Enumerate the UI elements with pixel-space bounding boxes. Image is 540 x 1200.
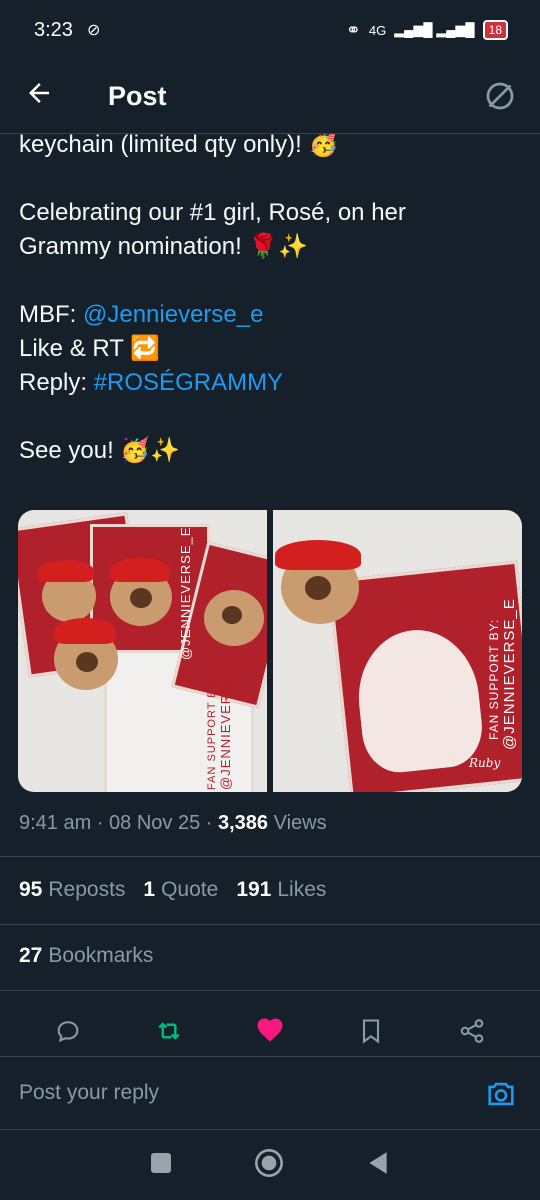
photo-1[interactable]: FAN SUPPORT BY: @JENNIEVERSE_E @JENNIEVE…	[18, 510, 267, 792]
reply-input[interactable]: Post your reply	[19, 1081, 159, 1105]
battery-indicator: 18	[482, 20, 508, 40]
tweet-meta: 9:41 am · 08 Nov 25 · 3,386 Views	[19, 812, 327, 834]
app-header: Post	[0, 60, 540, 134]
status-time: 3:23	[34, 18, 73, 41]
reposts-count: 95	[19, 878, 43, 901]
bookmarks-stat[interactable]: 27 Bookmarks	[19, 944, 153, 968]
tweet-time: 9:41 am	[19, 812, 92, 834]
no-entry-icon	[486, 82, 514, 110]
share-icon	[460, 1019, 483, 1043]
link-icon: ⊘	[86, 22, 101, 39]
quotes-label: Quote	[161, 878, 219, 901]
likes-count: 191	[236, 878, 272, 901]
like-button[interactable]	[254, 1015, 286, 1047]
card-handle: @JENNIEVERSE_E	[218, 656, 233, 790]
tweet-text: keychain (limited qty only)! 🥳 Celebrati…	[19, 128, 524, 468]
divider	[0, 856, 540, 857]
reply-bar: Post your reply	[0, 1056, 540, 1130]
divider	[0, 924, 540, 925]
bookmark-button[interactable]	[355, 1015, 387, 1047]
signal-icon: ▂▄▆█ ▂▄▆█	[394, 22, 475, 37]
repost-button[interactable]	[153, 1015, 185, 1047]
views-label: Views	[273, 812, 327, 834]
divider	[0, 990, 540, 991]
tweet-line: MBF: @Jennieverse_e	[19, 298, 524, 332]
comment-icon	[58, 1021, 79, 1043]
tweet-line: Reply: #ROSÉGRAMMY	[19, 366, 524, 400]
reposts-label: Reposts	[48, 878, 126, 901]
triangle-back-icon	[369, 1151, 387, 1174]
media-gallery[interactable]: FAN SUPPORT BY: @JENNIEVERSE_E @JENNIEVE…	[18, 510, 522, 792]
page-title: Post	[108, 81, 167, 111]
likes-label: Likes	[277, 878, 327, 901]
hotspot-icon: ⚭	[345, 19, 361, 40]
plush-nose	[76, 652, 98, 672]
card-signature: Ruby	[469, 756, 501, 770]
reply-label: Reply:	[19, 369, 94, 396]
hashtag-link[interactable]: #ROSÉGRAMMY	[94, 369, 283, 396]
card-handle: @JENNIEVERSE_E	[178, 526, 193, 660]
square-icon	[151, 1152, 171, 1173]
back-nav-button[interactable]	[365, 1150, 391, 1181]
repost-icon	[158, 1022, 180, 1040]
mbf-label: MBF:	[19, 301, 83, 328]
bookmarks-label: Bookmarks	[48, 944, 154, 967]
home-button[interactable]	[253, 1147, 285, 1184]
plush-nose	[305, 576, 331, 600]
mention-link[interactable]: @Jennieverse_e	[83, 301, 263, 328]
card-text: FAN SUPPORT BY:	[206, 677, 218, 790]
card-handle: @JENNIEVERSE_E	[501, 598, 518, 750]
plush-nose	[222, 606, 242, 624]
network-label: 4G	[368, 22, 387, 38]
bookmarks-count: 27	[19, 944, 43, 967]
red-hat	[54, 618, 116, 644]
tweet-date: 08 Nov 25	[109, 812, 201, 834]
red-hat	[110, 558, 170, 582]
photo-2[interactable]: FAN SUPPORT BY: @JENNIEVERSE_E Ruby	[273, 510, 522, 792]
likes-stat[interactable]: 191 Likes	[236, 878, 326, 902]
card-text: FAN SUPPORT BY:	[487, 618, 501, 740]
tweet-line: Celebrating our #1 girl, Rosé, on her	[19, 199, 406, 226]
red-hat	[38, 560, 94, 582]
camera-button[interactable]	[484, 1077, 520, 1113]
red-hat	[275, 540, 361, 570]
back-button[interactable]	[24, 78, 64, 116]
action-bar	[0, 1008, 540, 1054]
tweet-line: See you! 🥳✨	[19, 437, 181, 464]
engagement-stats: 95 Reposts 1 Quote 191 Likes	[19, 878, 326, 902]
arrow-left-icon	[29, 82, 49, 103]
tweet-line: Like & RT 🔁	[19, 335, 161, 362]
heart-icon	[257, 1018, 283, 1042]
recents-button[interactable]	[149, 1151, 173, 1180]
quotes-stat[interactable]: 1 Quote	[143, 878, 218, 902]
quotes-count: 1	[143, 878, 156, 901]
views-count: 3,386	[218, 812, 269, 834]
reply-button[interactable]	[52, 1015, 84, 1047]
share-button[interactable]	[456, 1015, 488, 1047]
tweet-line: Grammy nomination! 🌹✨	[19, 233, 309, 260]
circle-icon	[255, 1148, 283, 1177]
reposts-stat[interactable]: 95 Reposts	[19, 878, 125, 902]
status-bar: 3:23 ⊘ ⚭ 4G ▂▄▆█ ▂▄▆█ 18	[0, 0, 540, 60]
camera-icon	[488, 1082, 514, 1106]
system-nav-bar	[0, 1130, 540, 1200]
settings-button[interactable]	[482, 78, 518, 114]
plush-nose	[130, 588, 152, 608]
bookmark-icon	[362, 1019, 379, 1044]
